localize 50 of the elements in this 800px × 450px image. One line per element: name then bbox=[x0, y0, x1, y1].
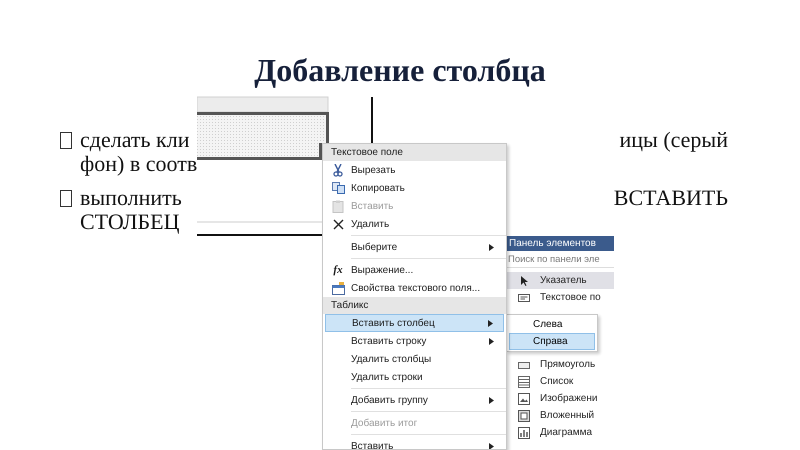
menu-item[interactable]: fx Выражение... bbox=[325, 261, 504, 279]
function-icon: fx bbox=[333, 264, 343, 276]
panel-title: Панель элементов bbox=[506, 236, 614, 251]
menu-item[interactable]: Вставить строку bbox=[325, 332, 504, 350]
report-icon bbox=[518, 410, 530, 422]
menu-section-header: Табликс bbox=[323, 297, 506, 314]
menu-item[interactable]: Вставить столбец bbox=[325, 314, 504, 332]
menu-item[interactable]: Удалить столбцы bbox=[325, 350, 504, 368]
bullet-text: сделать кли bbox=[80, 127, 190, 153]
toolbox-item[interactable]: Диаграмма bbox=[506, 424, 614, 441]
bullet-text: ицы (серый bbox=[619, 127, 728, 153]
toolbox-item[interactable]: Изображени bbox=[506, 390, 614, 407]
menu-item[interactable]: Удалить bbox=[325, 215, 504, 233]
slide-title: Добавление столбца bbox=[253, 51, 547, 90]
bullet-text: выполнить bbox=[80, 185, 182, 211]
menu-item[interactable]: Вставить bbox=[325, 437, 504, 449]
menu-item[interactable]: Свойства текстового поля... bbox=[325, 279, 504, 297]
copy-icon bbox=[332, 182, 344, 194]
submenu-arrow-icon bbox=[489, 442, 494, 449]
menu-section-header: Текстовое поле bbox=[323, 144, 506, 161]
submenu-arrow-icon bbox=[489, 396, 494, 404]
bullet-icon bbox=[60, 190, 72, 206]
bullet-icon bbox=[60, 132, 72, 148]
chart-icon bbox=[518, 426, 530, 438]
pointer-icon bbox=[518, 274, 530, 286]
bullet-text: СТОЛБЕЦ bbox=[80, 209, 180, 235]
bullet-text: ВСТАВИТЬ bbox=[614, 185, 728, 211]
menu-item[interactable]: Добавить группу bbox=[325, 391, 504, 409]
clipboard-icon bbox=[332, 200, 344, 212]
menu-item[interactable]: Слева bbox=[509, 316, 595, 333]
text-field-icon bbox=[518, 292, 530, 304]
submenu-arrow-icon bbox=[488, 320, 493, 326]
toolbox-item[interactable]: Текстовое по bbox=[506, 289, 614, 306]
menu-item[interactable]: Копировать bbox=[325, 179, 504, 197]
toolbox-item[interactable]: Указатель bbox=[506, 272, 614, 289]
menu-item[interactable]: Выберите bbox=[325, 238, 504, 256]
bullet-text: фон) в соотв bbox=[80, 151, 198, 177]
submenu-arrow-icon bbox=[489, 338, 494, 344]
list-icon bbox=[518, 376, 530, 388]
toolbox-item[interactable]: Список bbox=[506, 373, 614, 390]
toolbox-item[interactable]: Вложенный bbox=[506, 407, 614, 424]
delete-icon bbox=[332, 218, 344, 230]
menu-item[interactable]: Справа bbox=[509, 333, 595, 350]
menu-item[interactable]: Вырезать bbox=[325, 161, 504, 179]
submenu-arrow-icon bbox=[489, 244, 494, 250]
image-icon bbox=[518, 392, 530, 404]
toolbox-item[interactable]: Прямоуголь bbox=[506, 356, 614, 373]
scissors-icon bbox=[332, 164, 344, 176]
menu-item[interactable]: Удалить строки bbox=[325, 368, 504, 386]
properties-icon bbox=[332, 282, 344, 294]
